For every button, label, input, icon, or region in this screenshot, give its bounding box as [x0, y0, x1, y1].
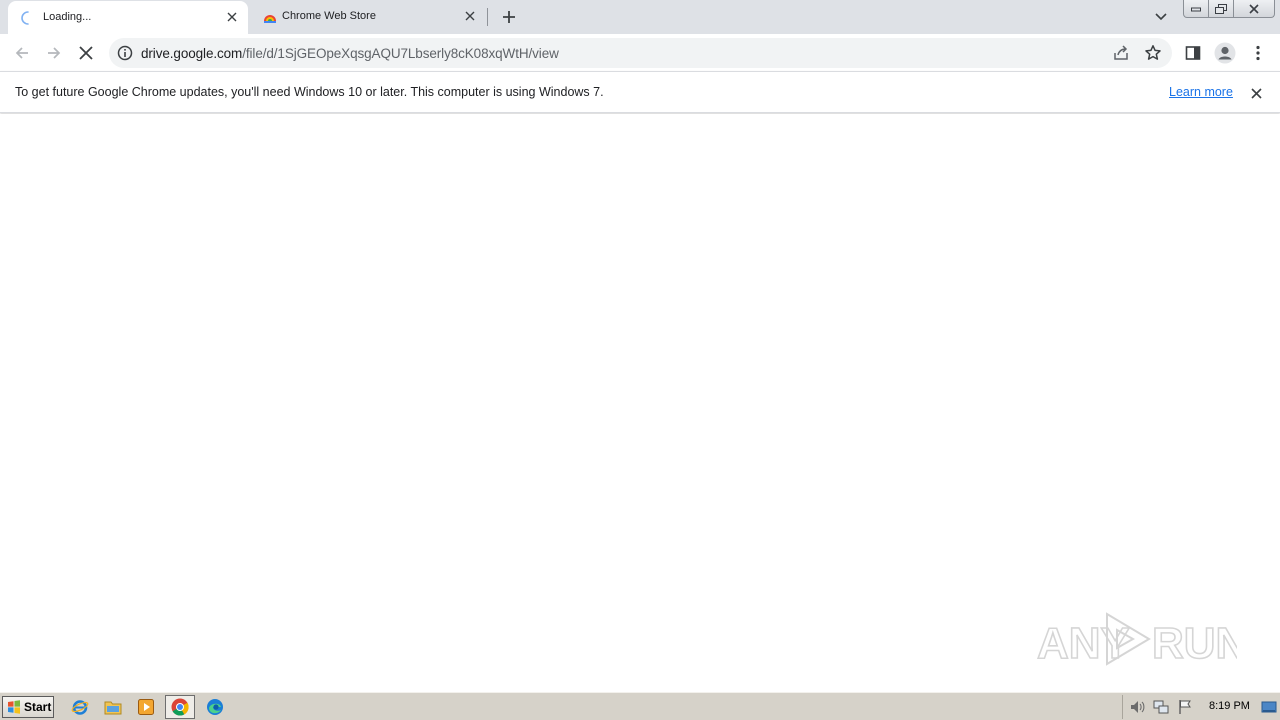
- bookmark-star-icon[interactable]: [1144, 44, 1162, 62]
- url-text[interactable]: drive.google.com/file/d/1SjGEOpeXqsgAQU7…: [141, 46, 559, 61]
- url-path: /file/d/1SjGEOpeXqsgAQU7Lbserly8cK08xqWt…: [242, 46, 559, 61]
- tab-close-icon[interactable]: [224, 9, 240, 25]
- start-button[interactable]: Start: [2, 696, 54, 718]
- restore-icon: [1215, 3, 1227, 14]
- loading-spinner-icon: [21, 11, 29, 25]
- address-bar[interactable]: drive.google.com/file/d/1SjGEOpeXqsgAQU7…: [109, 38, 1172, 68]
- chevron-down-icon: [1155, 13, 1167, 21]
- windows-logo-icon: [8, 700, 20, 714]
- share-icon[interactable]: [1112, 44, 1130, 62]
- anyrun-watermark-logo: ANY RUN: [1037, 612, 1237, 669]
- internet-explorer-icon[interactable]: [70, 697, 90, 717]
- menu-button[interactable]: [1245, 40, 1271, 66]
- minimize-button[interactable]: [1183, 0, 1209, 18]
- windows-update-infobar: To get future Google Chrome updates, you…: [0, 71, 1280, 113]
- media-player-icon[interactable]: [136, 697, 156, 717]
- action-center-flag-icon[interactable]: [1177, 699, 1193, 715]
- url-host: drive.google.com: [141, 46, 243, 61]
- chrome-web-store-icon: [264, 15, 276, 23]
- chrome-icon: [171, 698, 189, 716]
- stop-loading-button[interactable]: [73, 40, 99, 66]
- tab-loading[interactable]: Loading...: [8, 1, 248, 34]
- restore-button[interactable]: [1208, 0, 1234, 18]
- chrome-taskbar-button[interactable]: [165, 695, 195, 719]
- close-icon: [1249, 3, 1259, 14]
- tab-close-icon[interactable]: [462, 8, 478, 24]
- arrow-right-icon: [48, 47, 61, 59]
- show-desktop-icon[interactable]: [1261, 699, 1277, 715]
- taskbar-clock[interactable]: 8:19 PM: [1209, 700, 1250, 712]
- infobar-close-icon[interactable]: [1247, 84, 1265, 102]
- side-panel-icon: [1185, 46, 1201, 60]
- side-panel-button[interactable]: [1180, 40, 1206, 66]
- minimize-icon: [1191, 7, 1201, 11]
- kebab-menu-icon: [1256, 45, 1260, 61]
- infobar-message: To get future Google Chrome updates, you…: [15, 85, 604, 99]
- volume-icon[interactable]: [1129, 699, 1145, 715]
- avatar-icon: [1214, 42, 1236, 64]
- tab-title: Loading...: [43, 11, 92, 23]
- windows-taskbar: Start 8:19 PM: [0, 692, 1280, 720]
- stop-icon: [79, 46, 93, 60]
- start-label: Start: [24, 700, 52, 714]
- svg-text:RUN: RUN: [1152, 619, 1237, 668]
- tab-chrome-web-store[interactable]: Chrome Web Store: [250, 0, 486, 34]
- info-icon[interactable]: [117, 45, 133, 61]
- tab-title: Chrome Web Store: [282, 10, 376, 22]
- edge-icon[interactable]: [205, 697, 225, 717]
- file-explorer-icon[interactable]: [103, 697, 123, 717]
- forward-button[interactable]: [41, 40, 67, 66]
- plus-icon: [503, 11, 515, 23]
- window-close-button[interactable]: [1233, 0, 1275, 18]
- tab-strip: Loading... Chrome Web Store: [0, 0, 1280, 34]
- page-content: [0, 114, 1280, 692]
- tab-separator: [487, 8, 488, 26]
- back-button[interactable]: [9, 40, 35, 66]
- tab-search-button[interactable]: [1151, 7, 1171, 27]
- learn-more-link[interactable]: Learn more: [1169, 85, 1233, 99]
- network-icon[interactable]: [1153, 699, 1169, 715]
- new-tab-button[interactable]: [498, 6, 520, 28]
- svg-text:ANY: ANY: [1037, 619, 1130, 668]
- browser-toolbar: drive.google.com/file/d/1SjGEOpeXqsgAQU7…: [0, 34, 1280, 71]
- profile-button[interactable]: [1212, 40, 1238, 66]
- system-tray: 8:19 PM: [1122, 695, 1278, 719]
- arrow-left-icon: [15, 47, 28, 59]
